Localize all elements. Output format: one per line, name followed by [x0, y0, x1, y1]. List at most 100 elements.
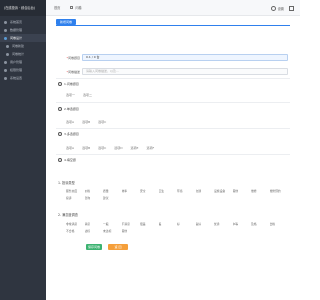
grid-item[interactable]: 好 [177, 222, 196, 226]
lock-icon [4, 68, 7, 72]
sidebar-item-7[interactable]: 系统设置 [0, 74, 46, 82]
question-2: 2.单选题目 [58, 107, 79, 111]
grid-item[interactable]: 投诉 [66, 196, 85, 200]
group-1-title: 1. 投诉类型 [58, 181, 75, 185]
grid-item[interactable]: 其他 [233, 189, 252, 193]
option[interactable]: 选项C [98, 120, 106, 124]
grid-item[interactable]: 很差 [140, 222, 159, 226]
option[interactable]: 选项D [114, 146, 122, 150]
form-icon [4, 36, 7, 40]
question-1: 1.问卷题目 [58, 82, 79, 86]
grid-item[interactable]: 良好 [196, 222, 215, 226]
top-right-tools: 设置 [266, 0, 294, 16]
group-2-grid: 非常满意 满意 一般 不满意 很差 差 好 良好 优秀 中等 及格 合格 不合格… [66, 222, 288, 233]
grid-item[interactable]: 非常满意 [66, 222, 85, 226]
title-row: *问卷题目 0.1 / 0 台 [58, 54, 288, 61]
back-button[interactable]: 返 回 [108, 244, 128, 250]
question-4: 4.填空题 [58, 158, 76, 162]
option[interactable]: 选项一 [66, 93, 75, 97]
grid-item[interactable]: 其他 [122, 229, 141, 233]
tab-survey[interactable]: 问卷 [70, 5, 82, 10]
grid-item[interactable]: 达标 [85, 229, 104, 233]
grid-item[interactable]: 未达标 [103, 229, 122, 233]
desc-input[interactable]: 请输入问卷描述，以及... [82, 68, 288, 75]
grid-item[interactable]: 不满意 [122, 222, 141, 226]
document-icon [70, 6, 74, 9]
sidebar-item-0[interactable]: 系统首页 [0, 18, 46, 26]
option[interactable]: 选项二 [83, 93, 92, 97]
grid-item[interactable]: 卫生 [159, 189, 178, 193]
grid-item[interactable]: 不合格 [66, 229, 85, 233]
question-1-options: 选项一 选项二 [66, 93, 100, 97]
user-icon [4, 60, 7, 64]
main-content: 新增问卷 *问卷题目 0.1 / 0 台 *问卷描述 请输入问卷描述，以及...… [46, 16, 300, 300]
option[interactable]: 选项F [146, 146, 154, 150]
option[interactable]: 选项B [82, 120, 90, 124]
grid-item[interactable]: 交通 [196, 189, 215, 193]
sidebar-nav: 系统首页 数据管理 问卷设计 问卷新建 问卷统计 用户管理 权限管理 系统设置 [0, 16, 46, 82]
stats-icon [6, 52, 9, 56]
grid-item[interactable]: 服务态度 [66, 189, 85, 193]
gear-icon [4, 76, 7, 80]
grid-item[interactable]: 优秀 [214, 222, 233, 226]
desc-label: *问卷描述 [66, 69, 80, 74]
tab-underline [56, 25, 290, 26]
new-icon [6, 44, 9, 48]
title-input[interactable]: 0.1 / 0 台 [82, 54, 288, 61]
radio-icon[interactable] [58, 158, 62, 162]
grid-item[interactable]: 合格 [270, 222, 289, 226]
sidebar: (在线投诉 · 综合后台) 系统首页 数据管理 问卷设计 问卷新建 问卷统计 用… [0, 0, 46, 300]
radio-icon[interactable] [58, 82, 62, 86]
form-actions: 保存问卷 返 回 [86, 244, 128, 250]
divider [56, 78, 290, 79]
tab-home[interactable]: 首页 [54, 5, 60, 10]
divider [56, 102, 290, 103]
grid-item[interactable]: 建议 [103, 196, 122, 200]
grid-item[interactable]: 安全 [140, 189, 159, 193]
grid-item[interactable]: 价格 [85, 189, 104, 193]
group-2-title: 2. 满意度调查 [58, 213, 78, 217]
question-3: 3.多选题目 [58, 132, 79, 136]
sidebar-item-2[interactable]: 问卷设计 [0, 34, 46, 42]
option[interactable]: 选项C [98, 146, 106, 150]
sidebar-item-3[interactable]: 问卷新建 [0, 42, 46, 50]
home-icon [4, 20, 7, 24]
top-bar: 首页 问卷 设置 [46, 0, 300, 16]
title-label: *问卷题目 [66, 55, 80, 60]
sidebar-item-4[interactable]: 问卷统计 [0, 50, 46, 58]
question-3-options: 选项A 选项B 选项C 选项D 选项E 选项F [66, 146, 162, 150]
gear-icon [270, 5, 276, 11]
grid-item[interactable]: 质量 [103, 189, 122, 193]
app-brand: (在线投诉 · 综合后台) [0, 0, 46, 16]
grid-item[interactable]: 及格 [251, 222, 270, 226]
sidebar-item-5[interactable]: 用户管理 [0, 58, 46, 66]
question-2-options: 选项A 选项B 选项C [66, 120, 114, 124]
grid-item[interactable]: 咨询 [85, 196, 104, 200]
fullscreen-button[interactable] [289, 5, 294, 11]
group-1-grid: 服务态度 价格 质量 效率 安全 卫生 环境 交通 设施设备 其他 维修 维修预… [66, 189, 288, 200]
grid-item[interactable]: 差 [159, 222, 178, 226]
grid-item[interactable]: 效率 [122, 189, 141, 193]
save-button[interactable]: 保存问卷 [86, 244, 102, 250]
expand-icon [289, 5, 294, 11]
grid-item[interactable]: 满意 [85, 222, 104, 226]
radio-icon[interactable] [58, 107, 62, 111]
data-icon [4, 28, 7, 32]
settings-button[interactable]: 设置 [270, 5, 284, 11]
radio-icon[interactable] [58, 132, 62, 136]
grid-item[interactable]: 中等 [233, 222, 252, 226]
grid-item[interactable]: 一般 [103, 222, 122, 226]
option[interactable]: 选项B [82, 146, 90, 150]
option[interactable]: 选项A [66, 120, 74, 124]
desc-row: *问卷描述 请输入问卷描述，以及... [58, 68, 288, 75]
sidebar-item-1[interactable]: 数据管理 [0, 26, 46, 34]
divider [56, 128, 290, 129]
grid-item[interactable]: 设施设备 [214, 189, 233, 193]
option[interactable]: 选项E [131, 146, 139, 150]
sidebar-item-6[interactable]: 权限管理 [0, 66, 46, 74]
option[interactable]: 选项A [66, 146, 74, 150]
grid-item[interactable]: 维修 [251, 189, 270, 193]
grid-item[interactable]: 环境 [177, 189, 196, 193]
divider [56, 154, 290, 155]
grid-item[interactable]: 维修预约 [270, 189, 289, 193]
